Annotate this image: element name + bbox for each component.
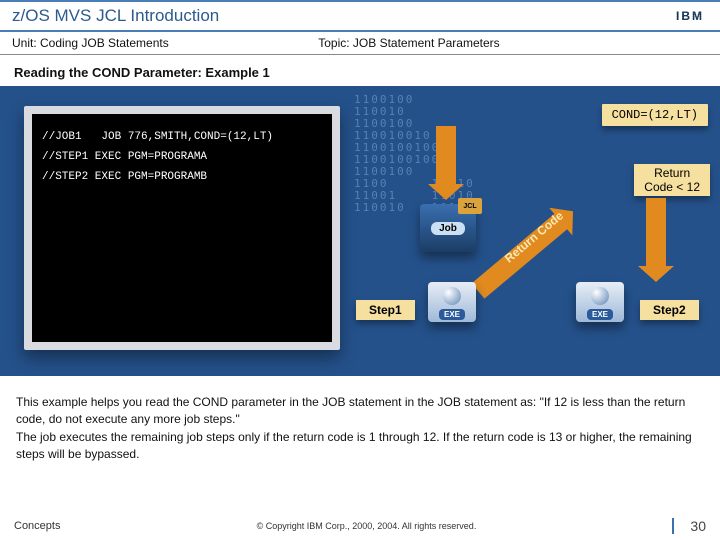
exe-label-1: EXE: [439, 309, 465, 320]
footer-concepts: Concepts: [14, 520, 60, 532]
title-bar: z/OS MVS JCL Introduction IBM: [0, 0, 720, 32]
ibm-logo: IBM: [672, 9, 708, 23]
exe-icon-step1: EXE: [428, 282, 476, 322]
terminal-screen: //JOB1 JOB 776,SMITH,COND=(12,LT) //STEP…: [32, 114, 332, 342]
subheader: Unit: Coding JOB Statements Topic: JOB S…: [0, 32, 720, 55]
body-paragraph: This example helps you read the COND par…: [0, 384, 720, 464]
section-title: Reading the COND Parameter: Example 1: [0, 55, 720, 86]
cond-callout: COND=(12,LT): [602, 104, 708, 126]
flow-zone: 1100100 110010 1100100 110010010 1100100…: [350, 86, 720, 376]
footer: Concepts © Copyright IBM Corp., 2000, 20…: [0, 518, 720, 534]
step2-label: Step2: [640, 300, 699, 320]
job-badge-label: Job: [431, 222, 465, 235]
page-number: 30: [672, 518, 706, 534]
step1-label: Step1: [356, 300, 415, 320]
course-title: z/OS MVS JCL Introduction: [12, 6, 219, 26]
return-code-callout: Return Code < 12: [634, 164, 710, 196]
exe-icon-step2: EXE: [576, 282, 624, 322]
jcl-line-2: //STEP1 EXEC PGM=PROGRAMA: [42, 151, 207, 163]
return-code-line2: Code < 12: [644, 180, 700, 194]
topic-label: Topic: JOB Statement Parameters: [318, 36, 499, 50]
job-badge: JCL Job: [420, 204, 476, 252]
jcl-line-1: //JOB1 JOB 776,SMITH,COND=(12,LT): [42, 131, 273, 143]
diagram-area: //JOB1 JOB 776,SMITH,COND=(12,LT) //STEP…: [0, 86, 720, 376]
jcl-corner-icon: JCL: [458, 198, 482, 214]
footer-copyright: © Copyright IBM Corp., 2000, 2004. All r…: [60, 521, 672, 531]
arrow-down-1: [436, 126, 456, 186]
unit-label: Unit: Coding JOB Statements: [12, 36, 318, 50]
return-code-line1: Return: [644, 166, 700, 180]
terminal-frame: //JOB1 JOB 776,SMITH,COND=(12,LT) //STEP…: [24, 106, 340, 350]
arrow-down-2: [646, 198, 666, 268]
jcl-line-3: //STEP2 EXEC PGM=PROGRAMB: [42, 171, 207, 183]
exe-label-2: EXE: [587, 309, 613, 320]
